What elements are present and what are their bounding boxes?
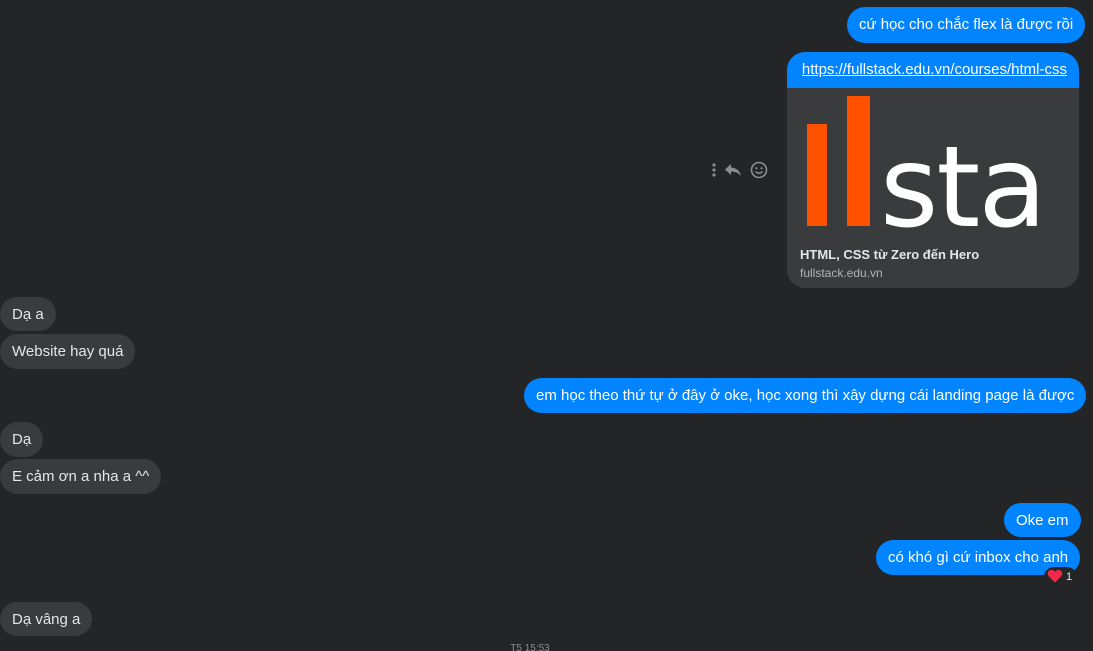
message-outgoing[interactable]: cứ học cho chắc flex là được rồi: [847, 7, 1086, 43]
message-text: em học theo thứ tự ở đây ở oke, học xong…: [536, 387, 1075, 404]
message-text: Dạ a: [12, 306, 44, 323]
message-incoming[interactable]: Dạ a: [0, 297, 56, 331]
timestamp: T5 15:53: [510, 643, 550, 651]
message-reaction[interactable]: 1: [1044, 567, 1078, 587]
message-incoming[interactable]: Website hay quá: [0, 334, 136, 369]
reaction-count: 1: [1066, 571, 1073, 583]
message-text: Website hay quá: [12, 343, 124, 360]
link-title: HTML, CSS từ Zero đến Hero: [800, 247, 980, 262]
message-text: E cảm ơn a nha a ^^: [12, 468, 150, 485]
message-incoming[interactable]: E cảm ơn a nha a ^^: [0, 459, 162, 494]
message-outgoing[interactable]: em học theo thứ tự ở đây ở oke, học xong…: [524, 378, 1087, 413]
chat-thread: cứ học cho chắc flex là được rồi https:/…: [0, 0, 1093, 651]
message-text: cứ học cho chắc flex là được rồi: [859, 16, 1074, 33]
message-actions: [712, 160, 768, 180]
message-text: Oke em: [1016, 512, 1069, 529]
heart-icon: [1047, 569, 1063, 586]
message-text: có khó gì cứ inbox cho anh: [888, 549, 1069, 566]
link-thumbnail[interactable]: sta: [787, 88, 1079, 240]
logo-bar-tall: [847, 96, 870, 226]
link-domain: fullstack.edu.vn: [800, 266, 883, 280]
message-text: Dạ vâng a: [12, 611, 81, 628]
react-icon[interactable]: [750, 161, 768, 179]
reply-icon[interactable]: [724, 162, 742, 178]
link-preview-card[interactable]: https://fullstack.edu.vn/courses/html-cs…: [787, 52, 1079, 288]
message-incoming[interactable]: Dạ vâng a: [0, 602, 93, 636]
message-outgoing[interactable]: Oke em: [1004, 503, 1081, 537]
link-url[interactable]: https://fullstack.edu.vn/courses/html-cs…: [787, 52, 1079, 88]
message-text: Dạ: [12, 431, 32, 448]
logo-bar-short: [807, 124, 827, 226]
more-icon[interactable]: [712, 162, 716, 178]
link-meta: HTML, CSS từ Zero đến Hero fullstack.edu…: [787, 240, 1079, 287]
message-incoming[interactable]: Dạ: [0, 422, 44, 457]
logo-text: sta: [880, 123, 1047, 240]
